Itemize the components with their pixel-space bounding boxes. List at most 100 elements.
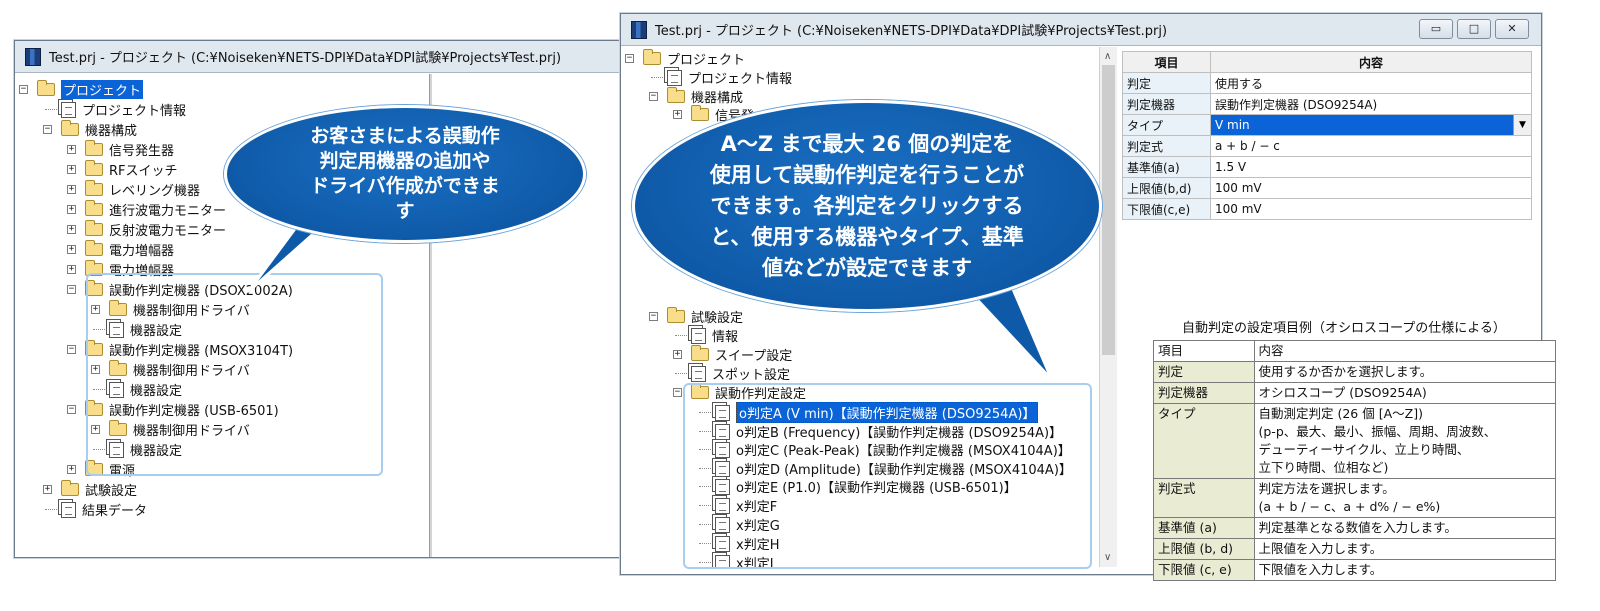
- tree-item[interactable]: − プロジェクト: [19, 80, 144, 99]
- expand-icon[interactable]: +: [67, 145, 76, 154]
- expand-icon[interactable]: +: [67, 225, 76, 234]
- grid-row[interactable]: 判定 使用する: [1122, 72, 1532, 94]
- grid-value[interactable]: 誤動作判定機器 (DSO9254A): [1210, 93, 1532, 115]
- grid-value[interactable]: 100 mV: [1210, 177, 1532, 199]
- collapse-icon[interactable]: −: [19, 85, 28, 94]
- grid-header: 内容: [1210, 51, 1532, 73]
- tree-item[interactable]: + 信号発生器: [67, 140, 175, 159]
- callout-bubble: お客さまによる誤動作 判定用機器の追加や ドライバ作成ができます: [224, 105, 586, 243]
- grid-row[interactable]: 下限値(c,e) 100 mV: [1122, 198, 1532, 220]
- grid-header: 項目: [1122, 51, 1211, 73]
- collapse-icon[interactable]: −: [67, 285, 76, 294]
- example-value-line: 自動測定判定 (26 個 [A～Z]): [1258, 406, 1423, 421]
- grid-key: 下限値(c,e): [1122, 198, 1211, 220]
- grid-value[interactable]: 使用する: [1210, 72, 1532, 94]
- tree-item[interactable]: 結果データ: [45, 500, 147, 519]
- expand-icon[interactable]: +: [67, 465, 76, 474]
- tree-item-label: 信号発生器: [109, 144, 175, 159]
- collapse-icon[interactable]: −: [625, 54, 634, 63]
- expand-icon[interactable]: +: [673, 110, 682, 119]
- title-bar[interactable]: Test.prj - プロジェクト (C:¥Noiseken¥NETS-DPI¥…: [15, 41, 653, 73]
- folder-icon: [85, 140, 103, 156]
- expand-icon[interactable]: +: [67, 205, 76, 214]
- example-value-line: 使用するか否かを選択します。: [1258, 364, 1433, 379]
- tree-item[interactable]: 情報: [675, 326, 738, 345]
- grid-value[interactable]: V min ▼: [1210, 114, 1532, 136]
- example-value: 上限値を入力します。: [1253, 538, 1556, 560]
- tree-connector: [45, 509, 59, 510]
- tree-item[interactable]: − 試験設定: [649, 307, 744, 326]
- expand-icon[interactable]: +: [67, 185, 76, 194]
- tree-item[interactable]: + 電力増幅器: [67, 240, 175, 259]
- tree-item-label: スポット設定: [712, 368, 791, 383]
- tree-item-label: 試験設定: [691, 311, 744, 326]
- collapse-icon[interactable]: −: [649, 92, 658, 101]
- scroll-up-icon[interactable]: ∧: [1104, 51, 1111, 62]
- folder-icon: [85, 200, 103, 216]
- document-icon: [691, 327, 706, 344]
- example-key: 項目: [1153, 340, 1255, 362]
- collapse-icon[interactable]: −: [673, 388, 682, 397]
- maximize-button[interactable]: □: [1457, 19, 1491, 39]
- example-value-line: 判定基準となる数値を入力します。: [1258, 520, 1457, 535]
- collapse-icon[interactable]: −: [649, 312, 658, 321]
- collapse-icon[interactable]: −: [67, 405, 76, 414]
- grid-value[interactable]: 1.5 V: [1210, 156, 1532, 178]
- expand-icon[interactable]: +: [67, 245, 76, 254]
- close-button[interactable]: ✕: [1495, 19, 1529, 39]
- document-icon: [691, 365, 706, 382]
- tree-item[interactable]: + 試験設定: [43, 480, 137, 499]
- callout-line: と、使用する機器やタイプ、基準: [710, 224, 1024, 249]
- folder-icon: [643, 49, 661, 65]
- grid-row[interactable]: 判定機器 誤動作判定機器 (DSO9254A): [1122, 93, 1532, 115]
- tree-item[interactable]: + スイープ設定: [673, 345, 793, 364]
- example-key: 上限値 (b, d): [1153, 538, 1255, 560]
- collapse-icon[interactable]: −: [67, 345, 76, 354]
- app-icon: [631, 20, 647, 39]
- tree-item-label: 電力増幅器: [109, 244, 175, 259]
- tree-item[interactable]: − 機器構成: [43, 120, 137, 139]
- grid-row[interactable]: 判定式 a + b / − c: [1122, 135, 1532, 157]
- example-row: 下限値 (c, e) 下限値を入力します。: [1153, 559, 1556, 581]
- tree-item[interactable]: + 進行波電力モニター: [67, 200, 226, 219]
- folder-icon: [691, 105, 709, 121]
- tree-item[interactable]: + レベリング機器: [67, 180, 200, 199]
- tree-item[interactable]: + RFスイッチ: [67, 160, 178, 179]
- property-grid: 項目 内容 判定 使用する 判定機器 誤動作判定機器 (DSO9254A) タイプ V min…: [1122, 51, 1532, 220]
- example-value-line: 下限値を入力します。: [1258, 562, 1383, 577]
- tree-item-label: スイープ設定: [715, 349, 793, 364]
- example-key: 下限値 (c, e): [1153, 559, 1255, 581]
- tree-item[interactable]: − プロジェクト: [625, 49, 745, 68]
- example-value: 内容: [1253, 340, 1556, 362]
- tree-item[interactable]: + 反射波電力モニター: [67, 220, 226, 239]
- scroll-down-icon[interactable]: ∨: [1104, 552, 1111, 563]
- grid-value[interactable]: a + b / − c: [1210, 135, 1532, 157]
- tree-item[interactable]: プロジェクト情報: [651, 68, 792, 87]
- scroll-thumb[interactable]: [1102, 65, 1115, 355]
- grid-row[interactable]: タイプ V min ▼: [1122, 114, 1532, 136]
- window-title: Test.prj - プロジェクト (C:¥Noiseken¥NETS-DPI¥…: [49, 51, 562, 66]
- tree-item[interactable]: − 機器構成: [649, 87, 743, 106]
- document-icon: [61, 101, 76, 118]
- folder-icon: [85, 160, 103, 176]
- minimize-button[interactable]: ▭: [1419, 19, 1453, 39]
- type-select-value[interactable]: V min: [1215, 118, 1250, 132]
- grid-value[interactable]: 100 mV: [1210, 198, 1532, 220]
- tree-item[interactable]: プロジェクト情報: [45, 100, 186, 119]
- dropdown-arrow-icon[interactable]: ▼: [1513, 115, 1531, 135]
- expand-icon[interactable]: +: [67, 265, 76, 274]
- highlight-frame: [683, 383, 1092, 569]
- tree-scrollbar[interactable]: ∧ ∨: [1099, 47, 1117, 567]
- callout-line: できます。各判定をクリックする: [710, 193, 1024, 218]
- expand-icon[interactable]: +: [43, 485, 52, 494]
- example-value: 判定方法を選択します。 (a + b / − c、a + d% / − e%): [1253, 478, 1556, 518]
- collapse-icon[interactable]: −: [43, 125, 52, 134]
- window-title: Test.prj - プロジェクト (C:¥Noiseken¥NETS-DPI¥…: [655, 24, 1168, 39]
- expand-icon[interactable]: +: [67, 165, 76, 174]
- grid-row[interactable]: 基準値(a) 1.5 V: [1122, 156, 1532, 178]
- expand-icon[interactable]: +: [673, 350, 682, 359]
- tree-item[interactable]: スポット設定: [675, 364, 791, 383]
- title-bar[interactable]: Test.prj - プロジェクト (C:¥Noiseken¥NETS-DPI¥…: [621, 14, 1541, 46]
- callout-line: お客さまによる誤動作: [310, 125, 500, 147]
- grid-row[interactable]: 上限値(b,d) 100 mV: [1122, 177, 1532, 199]
